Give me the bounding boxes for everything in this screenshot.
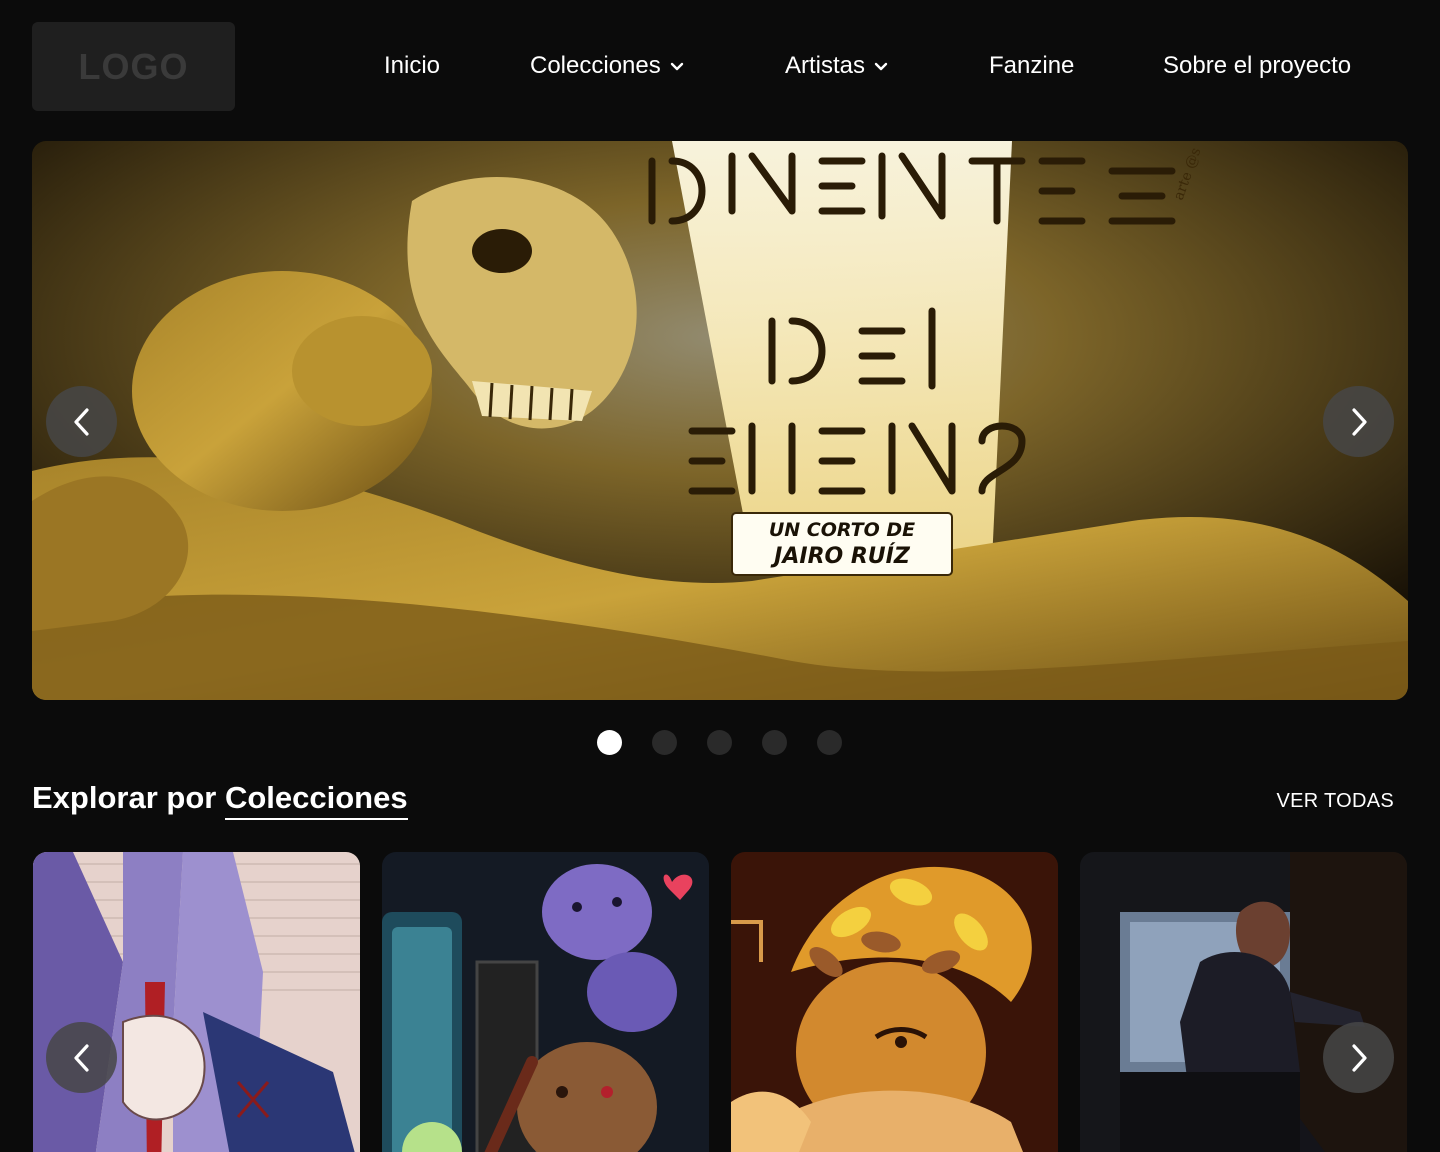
chevron-down-icon (670, 62, 683, 71)
nav-label: Inicio (384, 52, 441, 79)
chevron-left-icon (73, 1043, 89, 1072)
nav-fanzine[interactable]: Fanzine (989, 48, 1074, 84)
collections-next-button[interactable] (1323, 1022, 1394, 1093)
section-title-highlight[interactable]: Colecciones (224, 780, 408, 820)
collection-card-1[interactable] (33, 852, 360, 1152)
see-all-link[interactable]: VER TODAS (1276, 790, 1394, 813)
chevron-left-icon (73, 407, 89, 436)
nav-colecciones[interactable]: Colecciones (530, 48, 685, 84)
pagination-dot-1[interactable] (597, 730, 622, 755)
hero-slide-image[interactable]: UN CORTO DE JAIRO RUÍZ arte @s (32, 141, 1408, 700)
pagination-dot-2[interactable] (652, 730, 677, 755)
pagination-dot-5[interactable] (817, 730, 842, 755)
hero-carousel: UN CORTO DE JAIRO RUÍZ arte @s (32, 141, 1408, 700)
pagination-dot-4[interactable] (762, 730, 787, 755)
poster-subtitle-line1: UN CORTO DE (769, 519, 915, 541)
logo-text: LOGO (78, 45, 189, 87)
collection-card-4[interactable] (1080, 852, 1407, 1152)
nav-label: Fanzine (989, 52, 1075, 79)
collections-prev-button[interactable] (46, 1022, 117, 1093)
collection-card-image (731, 852, 1058, 1152)
hero-prev-button[interactable] (46, 386, 117, 457)
poster-subtitle-line2: JAIRO RUÍZ (770, 543, 911, 569)
nav-label: Colecciones (530, 52, 661, 79)
nav-artistas[interactable]: Artistas (785, 48, 889, 84)
collection-card-image (33, 852, 360, 1152)
collection-card-2[interactable] (382, 852, 709, 1152)
logo[interactable]: LOGO (32, 22, 235, 111)
nav-label: Artistas (785, 52, 866, 79)
collection-card-image (1080, 852, 1407, 1152)
nav-inicio[interactable]: Inicio (384, 48, 440, 84)
nav-label: Sobre el proyecto (1163, 52, 1352, 79)
pagination-dot-3[interactable] (707, 730, 732, 755)
hero-next-button[interactable] (1323, 386, 1394, 457)
collection-card-image (382, 852, 709, 1152)
chevron-right-icon (1351, 407, 1367, 436)
chevron-right-icon (1351, 1043, 1367, 1072)
nav-sobre-el-proyecto[interactable]: Sobre el proyecto (1163, 48, 1351, 84)
page: LOGO Inicio Colecciones Artistas Fanzine… (0, 0, 1440, 1152)
section-title-prefix: Explorar por (32, 780, 217, 815)
chevron-down-icon (874, 62, 888, 71)
collection-card-3[interactable] (731, 852, 1058, 1152)
section-title: Explorar por Colecciones (32, 780, 408, 820)
